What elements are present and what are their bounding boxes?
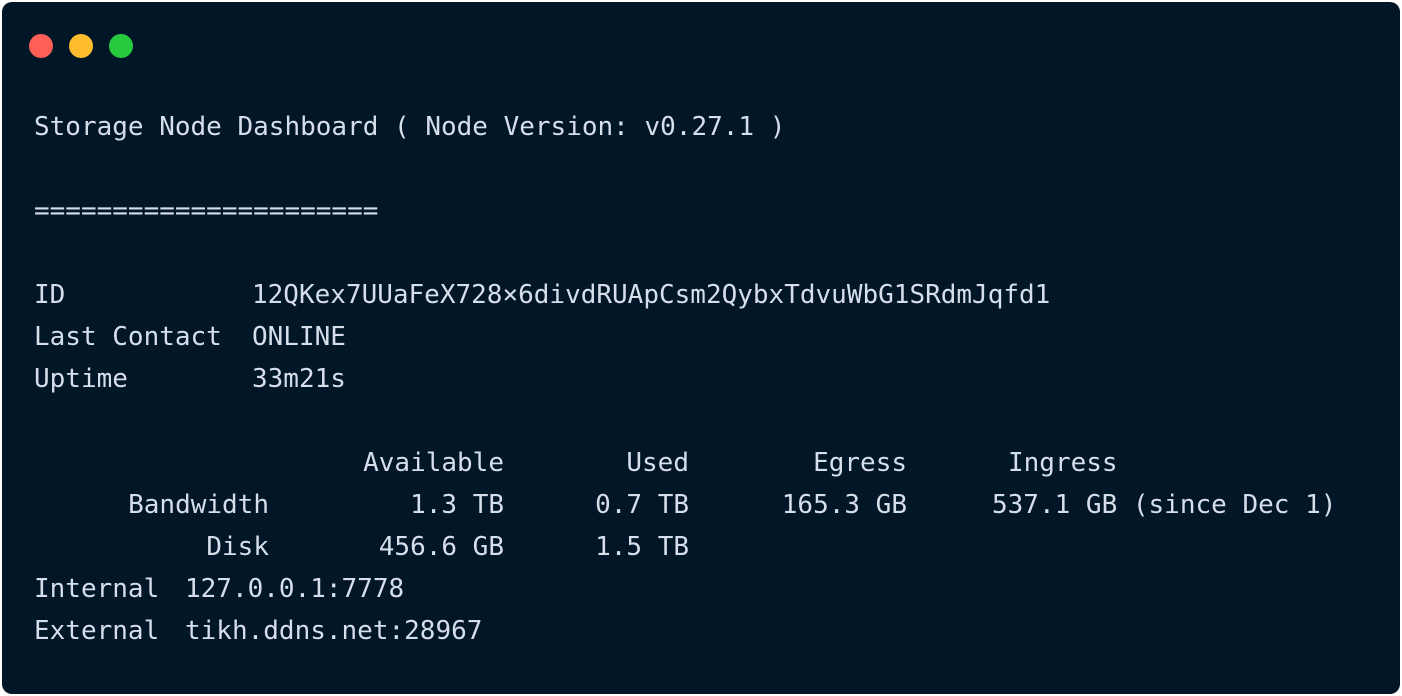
last-contact-label: Last Contact [34,322,222,352]
id-row: ID 12QKex7UUaFeX728×6divdRUApCsm2QybxTdv… [34,274,1050,316]
uptime-label: Uptime [34,364,128,394]
terminal-window: Storage Node Dashboard ( Node Version: v… [2,2,1400,694]
table-header-row: Available Used Egress Ingress [34,442,1117,484]
bandwidth-used: 0.7 TB [595,490,689,520]
table-row: Disk 456.6 GB 1.5 TB [34,526,689,568]
header-egress: Egress [813,448,907,478]
id-label: ID [34,280,66,310]
terminal-output: Storage Node Dashboard ( Node Version: v… [34,2,1336,694]
id-value: 12QKex7UUaFeX728×6divdRUApCsm2QybxTdvuWb… [252,280,1051,310]
dashboard-title: Storage Node Dashboard ( Node Version: v… [34,112,786,142]
uptime-value: 33m21s [252,364,346,394]
internal-address: 127.0.0.1:7778 [185,574,405,604]
disk-available: 456.6 GB [378,532,504,562]
bandwidth-egress: 165.3 GB [781,490,907,520]
maximize-button[interactable] [109,34,133,58]
external-row: External tikh.ddns.net:28967 [34,610,482,652]
internal-label: Internal [34,574,160,604]
header-used: Used [626,448,689,478]
header-available: Available [363,448,504,478]
table-row: Bandwidth 1.3 TB 0.7 TB 165.3 GB 537.1 G… [34,484,1336,526]
external-address: tikh.ddns.net:28967 [185,616,483,646]
title-separator: ====================== [34,196,379,226]
last-contact-row: Last Contact ONLINE [34,316,346,358]
disk-label: Disk [206,532,269,562]
last-contact-value: ONLINE [252,322,346,352]
bandwidth-ingress: 537.1 GB (since Dec 1) [992,490,1337,520]
disk-used: 1.5 TB [595,532,689,562]
bandwidth-available: 1.3 TB [410,490,504,520]
header-ingress: Ingress [1008,448,1118,478]
uptime-row: Uptime 33m21s [34,358,346,400]
internal-row: Internal 127.0.0.1:7778 [34,568,404,610]
external-label: External [34,616,160,646]
bandwidth-label: Bandwidth [128,490,269,520]
